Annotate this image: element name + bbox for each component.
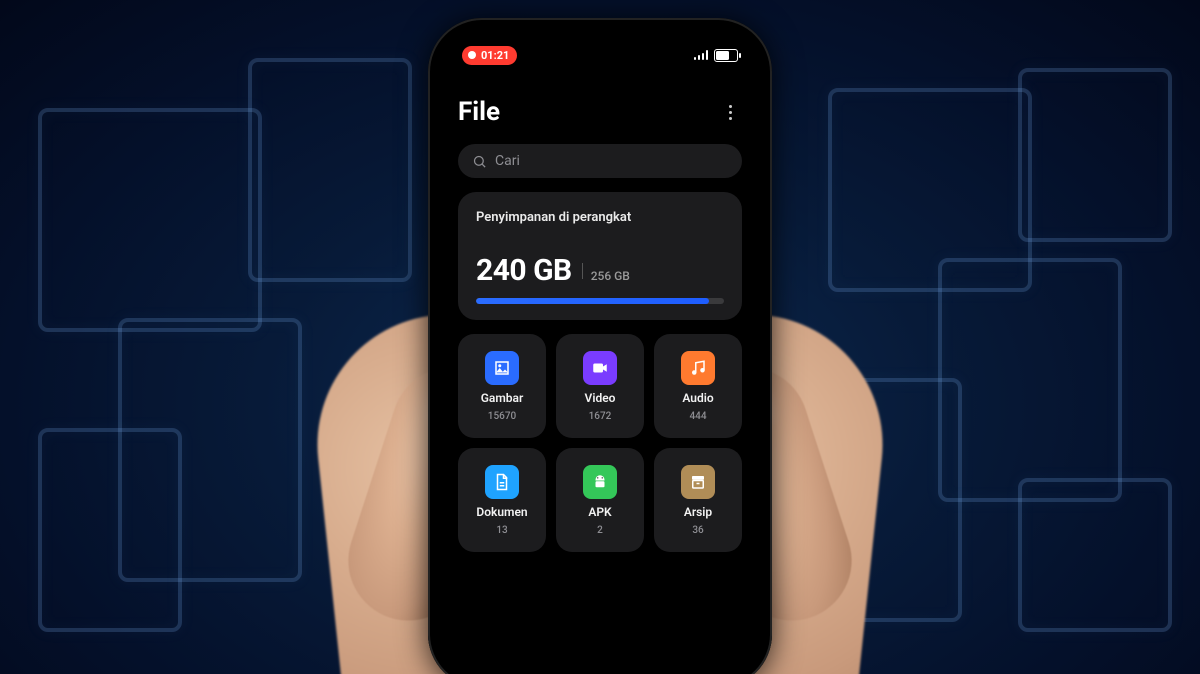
category-tile-dokumen[interactable]: Dokumen 13 <box>458 448 546 552</box>
file-manager-app: File Cari Penyimpanan di perangkat <box>440 30 760 674</box>
phone-screen: 01:21 File <box>440 30 760 674</box>
search-placeholder: Cari <box>495 153 520 169</box>
page-title: File <box>458 97 500 127</box>
category-tile-gambar[interactable]: Gambar 15670 <box>458 334 546 438</box>
storage-bar-fill <box>476 298 709 304</box>
storage-usage-row: 240 GB 256 GB <box>476 253 724 288</box>
category-label: Arsip <box>684 505 712 519</box>
category-count: 444 <box>689 411 706 422</box>
category-label: APK <box>588 505 611 519</box>
storage-used: 240 GB <box>476 253 572 288</box>
category-label: Video <box>585 391 616 405</box>
archive-icon <box>681 465 715 499</box>
android-icon <box>583 465 617 499</box>
document-icon <box>485 465 519 499</box>
phone-frame: 01:21 File <box>428 18 772 674</box>
music-icon <box>681 351 715 385</box>
more-options-button[interactable] <box>718 100 742 124</box>
storage-total: 256 GB <box>591 269 630 283</box>
category-count: 36 <box>692 525 703 536</box>
stage: 01:21 File <box>0 0 1200 674</box>
video-icon <box>583 351 617 385</box>
category-count: 2 <box>597 525 603 536</box>
category-grid: Gambar 15670 Video 1672 Audio 444 Dokumen 13 APK… <box>458 334 742 552</box>
divider <box>582 263 583 279</box>
category-tile-apk[interactable]: APK 2 <box>556 448 644 552</box>
category-label: Dokumen <box>476 505 527 519</box>
category-count: 15670 <box>488 411 516 422</box>
category-tile-audio[interactable]: Audio 444 <box>654 334 742 438</box>
search-icon <box>472 154 487 169</box>
category-tile-arsip[interactable]: Arsip 36 <box>654 448 742 552</box>
category-label: Audio <box>682 391 713 405</box>
search-input[interactable]: Cari <box>458 144 742 178</box>
storage-card-title: Penyimpanan di perangkat <box>476 210 724 225</box>
category-count: 1672 <box>589 411 612 422</box>
storage-card[interactable]: Penyimpanan di perangkat 240 GB 256 GB <box>458 192 742 320</box>
image-icon <box>485 351 519 385</box>
category-tile-video[interactable]: Video 1672 <box>556 334 644 438</box>
category-label: Gambar <box>481 391 524 405</box>
category-count: 13 <box>496 525 507 536</box>
storage-bar <box>476 298 724 304</box>
titlebar: File <box>458 94 742 130</box>
